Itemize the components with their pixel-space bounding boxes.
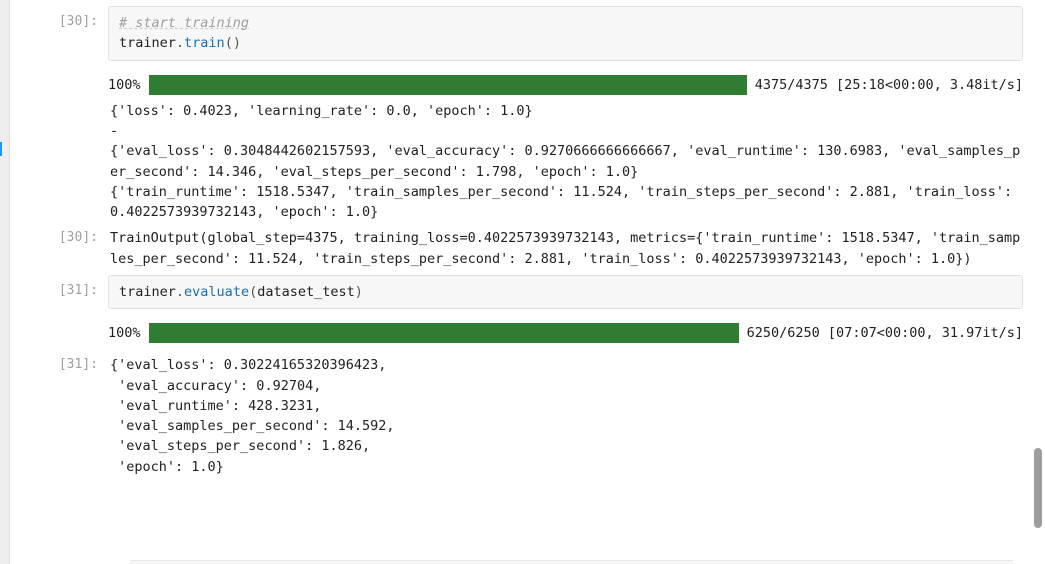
notebook-viewport: [30]: # start training trainer.train() 1… (0, 0, 1045, 564)
code-arg: dataset_test (257, 284, 355, 300)
cell-31-input: [31]: trainer.evaluate(dataset_test) (18, 275, 1023, 309)
progress-stats: 6250/6250 [07:07<00:00, 31.97it/s] (747, 323, 1023, 343)
cell-31-output: 100% 6250/6250 [07:07<00:00, 31.97it/s] (18, 315, 1023, 349)
prompt-label: [30]: (18, 228, 108, 248)
prompt-label: [31]: (18, 355, 108, 375)
scrollbar-thumb[interactable] (1034, 448, 1042, 528)
cell-30-input: [30]: # start training trainer.train() (18, 6, 1023, 61)
code-ident: trainer (119, 284, 176, 300)
left-gutter (0, 0, 10, 564)
next-cell-peek (130, 560, 1013, 564)
code-ident: trainer (119, 35, 176, 51)
scrollbar-vertical[interactable] (1031, 0, 1045, 564)
code-comment: # start training (119, 15, 249, 31)
code-call: train (184, 35, 225, 51)
result-text: {'eval_loss': 0.30224165320396423, 'eval… (108, 355, 1023, 477)
progress-bar-row: 100% 6250/6250 [07:07<00:00, 31.97it/s] (108, 323, 1023, 343)
progress-stats: 4375/4375 [25:18<00:00, 3.48it/s] (755, 75, 1023, 95)
progress-percent: 100% (108, 75, 141, 95)
code-editor[interactable]: trainer.evaluate(dataset_test) (108, 275, 1023, 309)
code-editor[interactable]: # start training trainer.train() (108, 6, 1023, 61)
progress-percent: 100% (108, 323, 141, 343)
progress-bar-row: 100% 4375/4375 [25:18<00:00, 3.48it/s] (108, 75, 1023, 95)
cell-30-result: [30]: TrainOutput(global_step=4375, trai… (18, 228, 1023, 269)
selection-marker (0, 142, 2, 156)
stdout-text: {'loss': 0.4023, 'learning_rate': 0.0, '… (108, 101, 1023, 223)
progress-bar (149, 75, 747, 95)
cell-30-output: 100% 4375/4375 [25:18<00:00, 3.48it/s] {… (18, 67, 1023, 223)
progress-bar (149, 323, 739, 343)
code-paren: () (225, 35, 241, 51)
cell-31-result: [31]: {'eval_loss': 0.30224165320396423,… (18, 355, 1023, 477)
prompt-label: [31]: (18, 275, 108, 301)
code-call: evaluate (184, 284, 249, 300)
result-text: TrainOutput(global_step=4375, training_l… (108, 228, 1023, 269)
notebook-content: [30]: # start training trainer.train() 1… (10, 0, 1031, 564)
prompt-label: [30]: (18, 6, 108, 32)
